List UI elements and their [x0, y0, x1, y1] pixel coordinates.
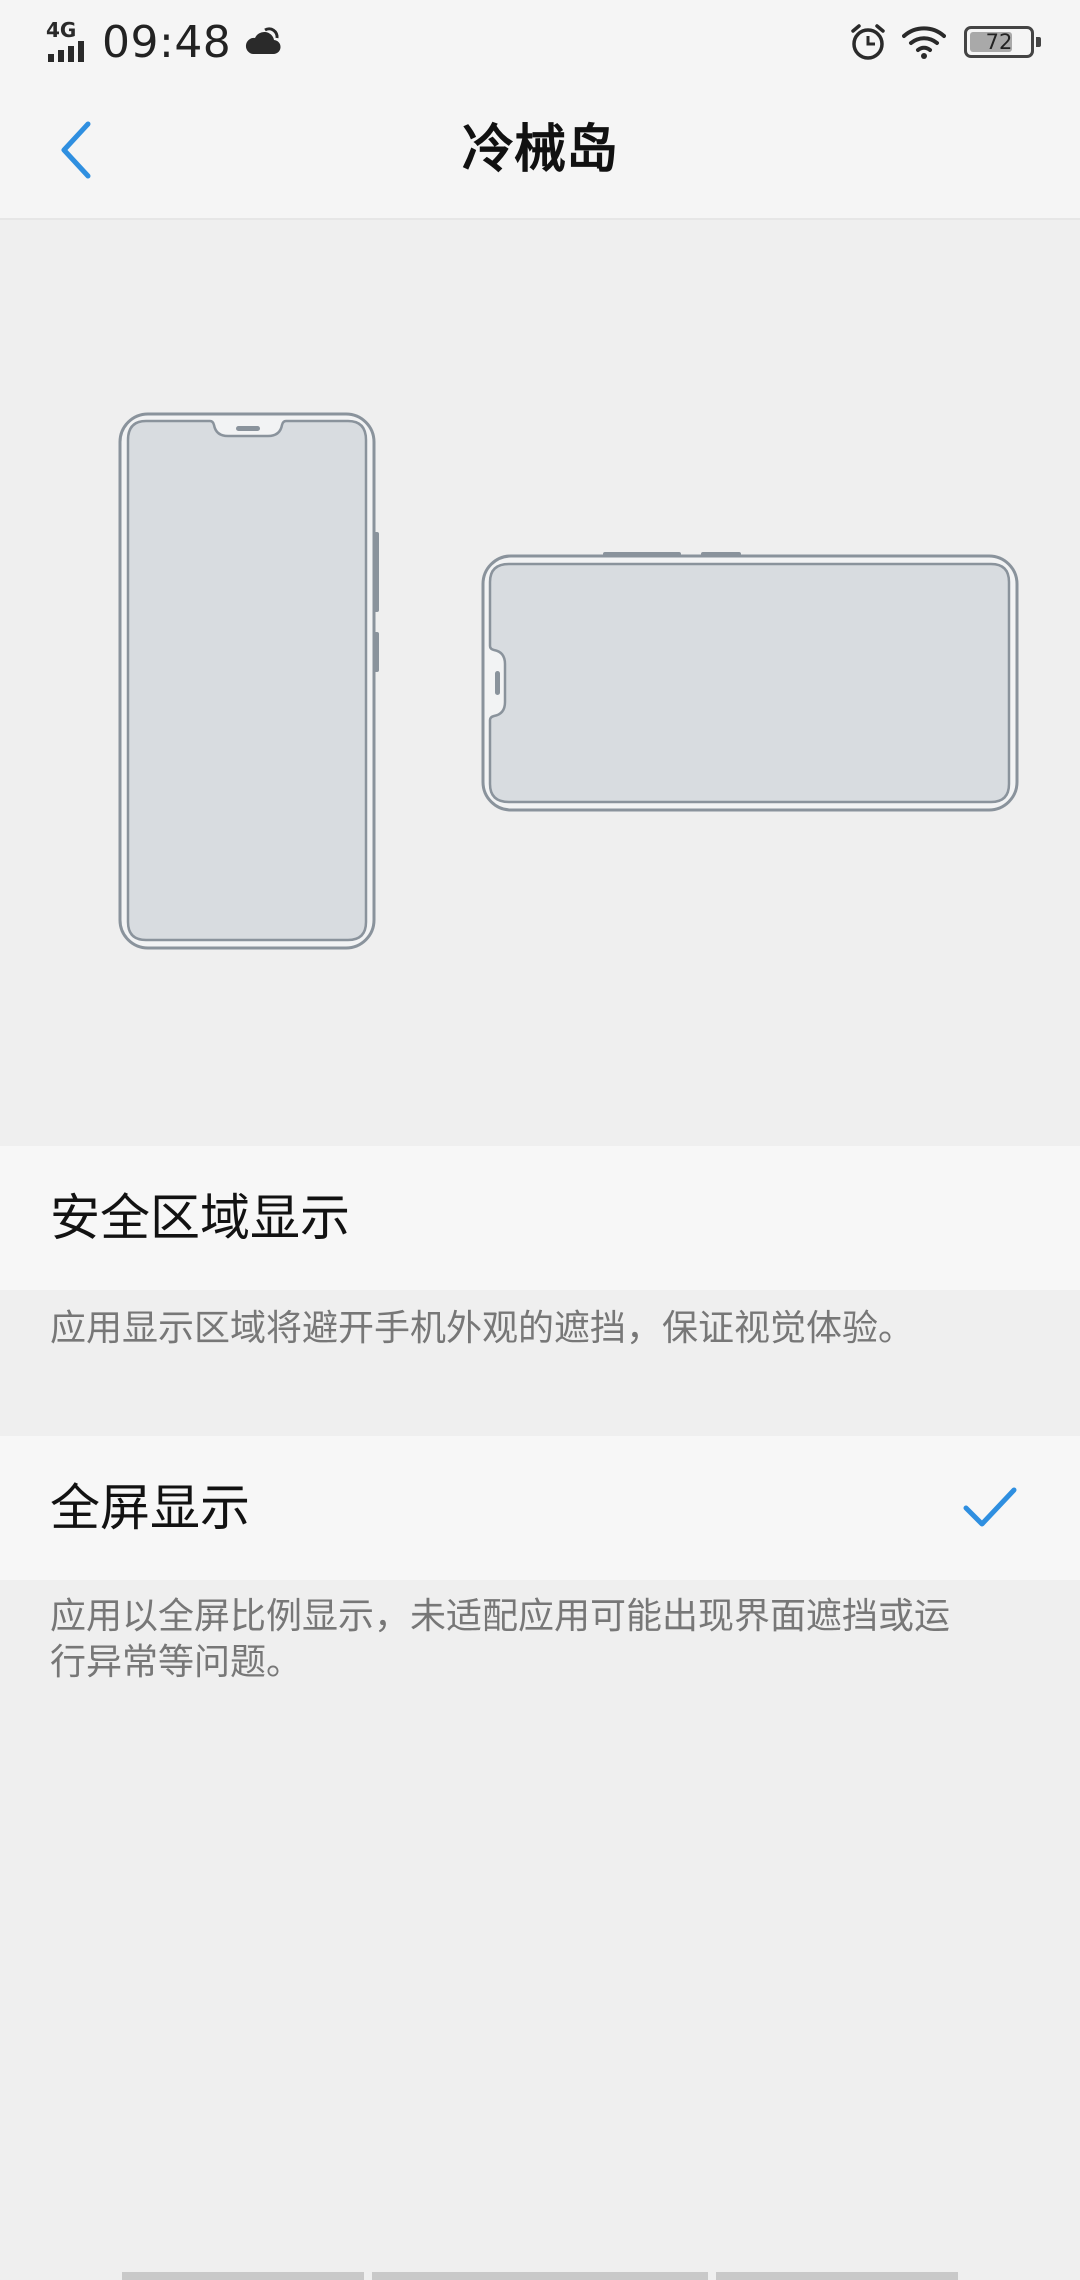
battery-level: 72 — [985, 30, 1013, 54]
nav-hint-center — [372, 2272, 708, 2280]
page-title: 冷械岛 — [461, 120, 618, 180]
status-bar: 4G 09:48 72 — [0, 0, 1080, 84]
status-time: 09:48 — [102, 16, 232, 68]
option-safe-area-label: 安全区域显示 — [50, 1189, 350, 1247]
option-full-screen-description-line2: 行异常等问题。 — [50, 1642, 303, 1683]
checkmark-icon — [963, 1487, 1017, 1527]
wifi-icon — [902, 26, 946, 59]
option-full-screen-description-line1: 应用以全屏比例显示，未适配应用可能出现界面遮挡或运 — [50, 1596, 951, 1637]
alarm-icon — [851, 24, 885, 60]
nav-hint-right — [716, 2272, 958, 2280]
battery-icon: 72 — [964, 26, 1041, 58]
status-right: 72 — [848, 20, 1041, 64]
weather-cloud-icon — [246, 27, 281, 55]
network-type: 4G — [46, 18, 77, 42]
option-safe-area[interactable]: 安全区域显示 — [0, 1146, 1080, 1290]
signal-bars-icon — [48, 41, 84, 62]
battery-cap — [1036, 37, 1041, 47]
app-bar: 冷械岛 — [0, 84, 1080, 220]
option-full-screen-description: 应用以全屏比例显示，未适配应用可能出现界面遮挡或运 行异常等问题。 — [50, 1594, 1040, 1686]
portrait-phone-illustration — [118, 412, 379, 950]
nav-hint-left — [122, 2272, 364, 2280]
status-left: 4G 09:48 — [46, 16, 283, 68]
display-mode-illustration — [0, 220, 1080, 1146]
option-full-screen[interactable]: 全屏显示 — [0, 1436, 1080, 1580]
option-full-screen-label: 全屏显示 — [50, 1479, 250, 1537]
option-safe-area-description: 应用显示区域将避开手机外观的遮挡，保证视觉体验。 — [50, 1308, 915, 1349]
signal-icon: 4G — [46, 20, 92, 64]
landscape-phone-illustration — [481, 552, 1019, 812]
